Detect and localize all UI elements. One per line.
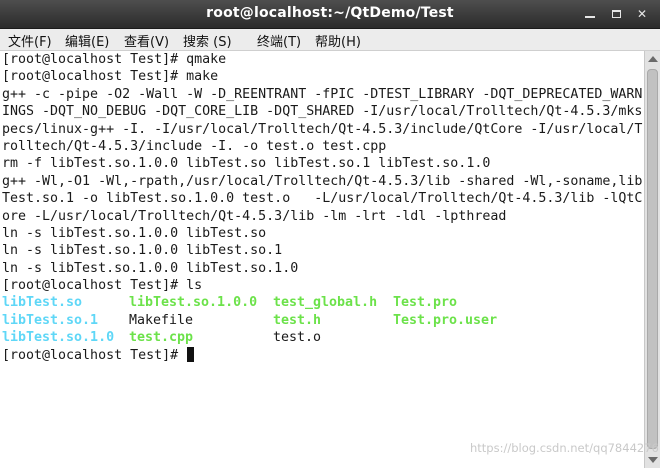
ls-entry: Test.pro <box>393 295 458 311</box>
menu-edit[interactable]: 编辑(E) <box>65 31 109 50</box>
window-title: root@localhost:~/QtDemo/Test <box>206 5 454 21</box>
ls-output-row: libTest.so.1.0 test.cpp test.o <box>0 329 644 346</box>
ls-entry: libTest.so.1 <box>2 312 99 328</box>
menu-search[interactable]: 搜索 (S) <box>183 31 232 50</box>
terminal-line: ore -L/usr/local/Trolltech/Qt-4.5.3/lib … <box>2 208 507 224</box>
ls-entry: test.cpp <box>129 330 194 346</box>
terminal-line: ln -s libTest.so.1.0.0 libTest.so.1.0 <box>2 260 299 276</box>
scroll-up-icon[interactable] <box>648 56 658 62</box>
current-prompt-line[interactable]: [root@localhost Test]# <box>0 346 644 364</box>
terminal-line: [root@localhost Test]# make <box>2 69 219 85</box>
terminal-line: INGS -DQT_NO_DEBUG -DQT_CORE_LIB -DQT_SH… <box>2 104 643 120</box>
watermark: https://blog.csdn.net/qq78442761 <box>470 441 660 455</box>
shell-prompt: [root@localhost Test]# <box>2 347 187 363</box>
menu-terminal[interactable]: 终端(T) <box>257 31 301 50</box>
ls-entry: libTest.so.1.0 <box>2 330 115 346</box>
ls-entry: libTest.so <box>2 295 83 311</box>
terminal-line: pecs/linux-g++ -I. -I/usr/local/Trolltec… <box>2 121 643 137</box>
terminal-line: ln -s libTest.so.1.0.0 libTest.so <box>2 225 267 241</box>
ls-entry: test_global.h <box>273 295 378 311</box>
terminal-window: root@localhost:~/QtDemo/Test ✕ 文件(F) 编辑(… <box>0 0 660 468</box>
vertical-scrollbar[interactable] <box>644 51 660 468</box>
terminal-line: g++ -c -pipe -O2 -Wall -W -D_REENTRANT -… <box>2 86 643 102</box>
menu-view[interactable]: 查看(V) <box>124 31 169 50</box>
text-cursor <box>187 346 195 362</box>
close-button[interactable]: ✕ <box>635 7 649 21</box>
menu-help[interactable]: 帮助(H) <box>315 31 361 50</box>
ls-entry: libTest.so.1.0.0 <box>129 295 258 311</box>
ls-entry: test.h <box>273 312 322 328</box>
scroll-down-icon[interactable] <box>648 457 658 463</box>
maximize-icon <box>611 10 621 18</box>
title-bar[interactable]: root@localhost:~/QtDemo/Test ✕ <box>0 0 660 29</box>
minimize-button[interactable] <box>583 7 597 21</box>
ls-output-row: libTest.so libTest.so.1.0.0 test_global.… <box>0 294 644 311</box>
menu-file[interactable]: 文件(F) <box>8 31 52 50</box>
terminal-line: g++ -Wl,-O1 -Wl,-rpath,/usr/local/Trollt… <box>2 173 643 189</box>
terminal-line: [root@localhost Test]# ls <box>2 278 203 294</box>
scrollbar-thumb[interactable] <box>647 69 658 449</box>
close-icon: ✕ <box>636 7 648 21</box>
terminal-output[interactable]: [root@localhost Test]# qmake [root@local… <box>0 51 644 468</box>
maximize-button[interactable] <box>609 7 623 21</box>
terminal-line: [root@localhost Test]# qmake <box>2 52 227 67</box>
menu-bar: 文件(F) 编辑(E) 查看(V) 搜索 (S) 终端(T) 帮助(H) <box>0 29 660 51</box>
ls-entry: test.o <box>273 330 322 346</box>
ls-entry: Test.pro.user <box>393 312 498 328</box>
terminal-line: rm -f libTest.so.1.0.0 libTest.so libTes… <box>2 156 491 172</box>
minimize-icon <box>585 16 595 18</box>
terminal-line: ln -s libTest.so.1.0.0 libTest.so.1 <box>2 243 283 259</box>
ls-entry: Makefile <box>129 312 194 328</box>
terminal-line: rolltech/Qt-4.5.3/include -I. -o test.o … <box>2 138 387 154</box>
ls-output-row: libTest.so.1 Makefile test.h Test.pro.us… <box>0 312 644 329</box>
terminal-line: Test.so.1 -o libTest.so.1.0.0 test.o -L/… <box>2 191 643 207</box>
